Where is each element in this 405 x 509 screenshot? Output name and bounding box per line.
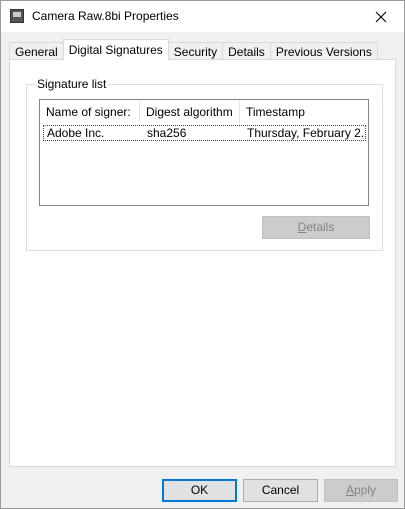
- column-header-timestamp[interactable]: Timestamp: [240, 100, 367, 124]
- apply-label-accel: A: [345, 483, 354, 497]
- signature-listview[interactable]: Name of signer: Digest algorithm Timesta…: [39, 99, 369, 206]
- signature-list-group: Signature list Name of signer: Digest al…: [26, 77, 383, 251]
- column-header-signer[interactable]: Name of signer:: [40, 100, 140, 124]
- details-button[interactable]: Details: [262, 216, 370, 239]
- signature-row[interactable]: Adobe Inc. sha256 Thursday, February 2..…: [43, 125, 366, 141]
- apply-button[interactable]: Apply: [324, 479, 398, 502]
- signer-name: Adobe Inc.: [47, 126, 105, 140]
- tab-strip: General Digital Signatures Security Deta…: [9, 39, 378, 60]
- apply-label-rest: pply: [354, 483, 377, 497]
- tab-general[interactable]: General: [9, 42, 64, 60]
- details-label-post: etails: [306, 220, 335, 234]
- close-button[interactable]: [358, 1, 404, 32]
- timestamp: Thursday, February 2...: [247, 126, 365, 140]
- tab-digital-signatures[interactable]: Digital Signatures: [62, 39, 169, 60]
- cancel-button[interactable]: Cancel: [243, 479, 318, 502]
- plugin-file-icon: [10, 9, 24, 23]
- signature-list-label: Signature list: [35, 77, 109, 91]
- tab-security[interactable]: Security: [167, 42, 224, 60]
- tab-previous-versions[interactable]: Previous Versions: [269, 42, 378, 60]
- column-header-digest[interactable]: Digest algorithm: [140, 100, 240, 124]
- digital-signatures-panel: Signature list Name of signer: Digest al…: [9, 59, 396, 467]
- tab-details[interactable]: Details: [222, 42, 271, 60]
- window-title: Camera Raw.8bi Properties: [32, 9, 179, 23]
- ok-button[interactable]: OK: [162, 479, 237, 502]
- title-bar[interactable]: Camera Raw.8bi Properties: [1, 1, 404, 32]
- digest-algorithm: sha256: [147, 126, 187, 140]
- close-icon: [375, 11, 387, 22]
- properties-dialog: Camera Raw.8bi Properties General Digita…: [0, 0, 405, 509]
- listview-header: Name of signer: Digest algorithm Timesta…: [40, 100, 368, 124]
